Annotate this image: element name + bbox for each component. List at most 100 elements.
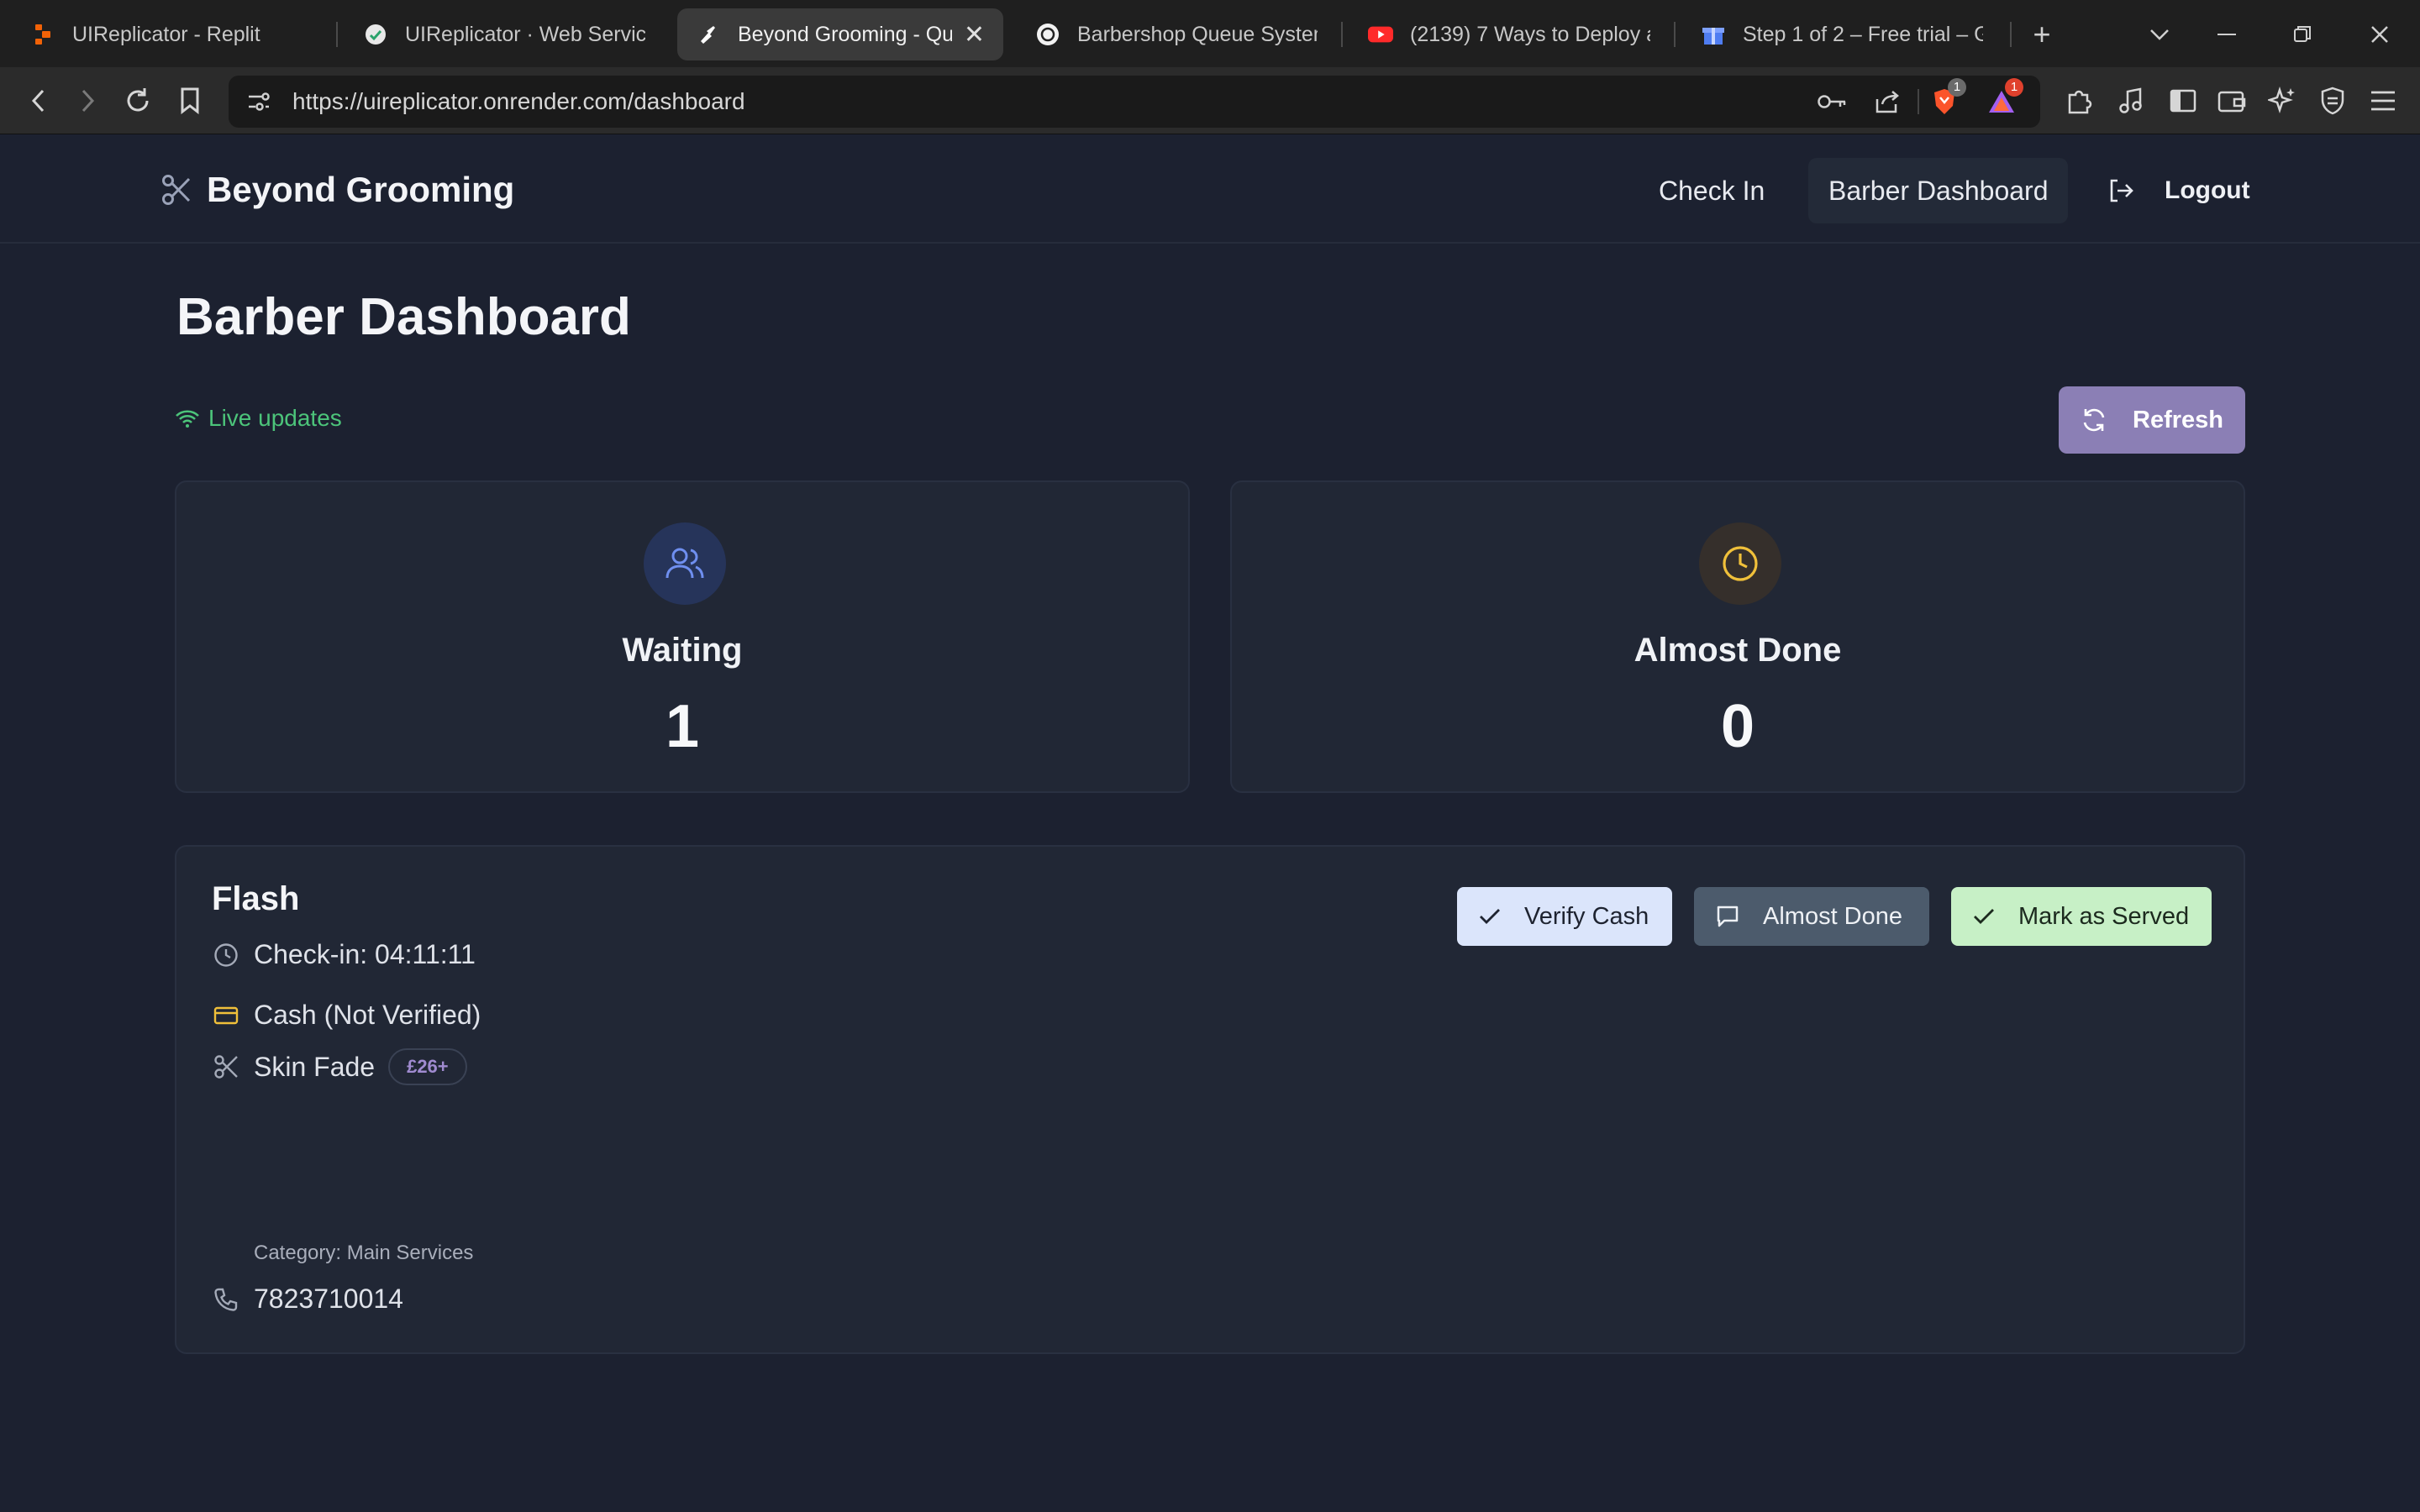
tab-title: UIReplicator - Replit [72, 22, 260, 46]
forward-icon[interactable] [67, 81, 108, 121]
live-status-label: Live updates [208, 405, 342, 431]
stat-value: 1 [665, 693, 700, 760]
stat-label: Waiting [622, 632, 743, 669]
logout-label: Logout [2165, 176, 2250, 204]
users-icon [644, 522, 726, 605]
new-tab-icon[interactable]: + [2022, 17, 2062, 52]
refresh-button[interactable]: Refresh [2059, 386, 2245, 454]
browser-tabstrip: UIReplicator - Replit UIReplicator · Web… [0, 0, 2420, 67]
phone-label: 7823710014 [254, 1284, 403, 1314]
extensions-icon[interactable] [2059, 81, 2099, 121]
service-info: Skin Fade £26+ [212, 1048, 467, 1085]
back-icon[interactable] [18, 81, 59, 121]
phone-icon [212, 1285, 240, 1314]
app-navbar: Beyond Grooming Check In Barber Dashboar… [0, 136, 2420, 244]
stat-card-waiting: Waiting 1 [175, 480, 1190, 793]
phone-number: 7823710014 [212, 1284, 403, 1315]
browser-tab-active[interactable]: Beyond Grooming - Qu ✕ [677, 8, 1003, 60]
price-badge: £26+ [388, 1048, 467, 1085]
brave-shield-icon[interactable]: 1 [1924, 78, 1966, 122]
clock-icon [1699, 522, 1781, 605]
tab-title: Step 1 of 2 – Free trial – Goo [1743, 22, 1983, 46]
brand-name: Beyond Grooming [207, 170, 515, 209]
clock-icon [212, 941, 240, 969]
rewards-icon[interactable]: 1 [1981, 78, 2023, 122]
browser-tab[interactable]: UIReplicator · Web Service · [345, 8, 664, 60]
nav-barber-dashboard[interactable]: Barber Dashboard [1808, 158, 2069, 223]
browser-toolbar: https://uireplicator.onrender.com/dashbo… [0, 67, 2420, 134]
refresh-icon [2081, 407, 2107, 433]
browser-tab[interactable]: UIReplicator - Replit [12, 8, 331, 60]
tab-title: (2139) 7 Ways to Deploy a N [1410, 22, 1650, 46]
bookmark-icon[interactable] [170, 81, 210, 121]
browser-tab[interactable]: Barbershop Queue System [1017, 8, 1336, 60]
tab-title: Beyond Grooming - Qu [738, 22, 952, 46]
wifi-icon [175, 408, 200, 428]
service-name: Skin Fade [254, 1051, 376, 1082]
scissors-logo-icon [161, 173, 192, 207]
bolt-icon [696, 22, 721, 47]
message-icon [1716, 905, 1739, 928]
reload-icon[interactable] [118, 81, 158, 121]
browser-tab[interactable]: (2139) 7 Ways to Deploy a N [1349, 8, 1669, 60]
check-in-time: Check-in: 04:11:11 [212, 939, 476, 970]
url-separator [1918, 89, 1919, 114]
stat-card-almost-done: Almost Done 0 [1230, 480, 2245, 793]
tab-separator [1341, 22, 1343, 47]
address-bar[interactable]: https://uireplicator.onrender.com/dashbo… [229, 76, 2040, 128]
scissors-icon [212, 1053, 240, 1081]
refresh-label: Refresh [2133, 406, 2223, 433]
mark-served-button[interactable]: Mark as Served [1951, 887, 2212, 946]
mark-served-label: Mark as Served [2018, 902, 2190, 930]
page-title: Barber Dashboard [176, 288, 631, 346]
live-status: Live updates [175, 405, 342, 432]
almost-done-label: Almost Done [1763, 902, 1903, 930]
tab-search-icon[interactable] [2139, 17, 2180, 52]
close-window-icon[interactable] [2360, 17, 2400, 52]
wallet-icon[interactable] [2212, 81, 2252, 121]
service-category: Category: Main Services [254, 1242, 474, 1264]
stat-value: 0 [1720, 693, 1755, 760]
brand[interactable]: Beyond Grooming [161, 170, 514, 210]
almost-done-button[interactable]: Almost Done [1694, 887, 1929, 946]
tab-separator [2010, 22, 2012, 47]
close-tab-icon[interactable]: ✕ [952, 20, 985, 50]
browser-tab[interactable]: Step 1 of 2 – Free trial – Goo [1682, 8, 2002, 60]
key-icon[interactable] [1812, 81, 1852, 122]
check-icon [1479, 907, 1501, 926]
leo-ai-icon[interactable] [2262, 81, 2302, 121]
site-settings-icon[interactable] [239, 81, 279, 122]
render-icon [363, 22, 388, 47]
youtube-icon [1368, 22, 1393, 47]
tab-separator [1674, 22, 1676, 47]
vpn-shield-icon[interactable] [2312, 81, 2353, 121]
gift-icon [1701, 22, 1726, 47]
menu-icon[interactable] [2363, 81, 2403, 121]
check-icon [1973, 907, 1995, 926]
payment-label: Cash (Not Verified) [254, 1000, 481, 1030]
check-in-label: Check-in: 04:11:11 [254, 939, 476, 969]
customer-name: Flash [212, 880, 300, 917]
logout-button[interactable]: Logout [2107, 158, 2250, 223]
music-icon[interactable] [2111, 81, 2151, 121]
payment-status: Cash (Not Verified) [212, 1000, 481, 1031]
tab-title: UIReplicator · Web Service · [405, 22, 645, 46]
url-text: https://uireplicator.onrender.com/dashbo… [292, 88, 745, 114]
queue-card: Flash Check-in: 04:11:11 Cash (Not Verif… [175, 845, 2245, 1354]
nav-check-in[interactable]: Check In [1639, 158, 1785, 223]
sidebar-icon[interactable] [2163, 81, 2203, 121]
stat-label: Almost Done [1634, 632, 1842, 669]
share-icon[interactable] [1867, 81, 1907, 122]
replit-icon [30, 22, 55, 47]
restore-icon[interactable] [2282, 17, 2323, 52]
logout-icon [2107, 177, 2134, 204]
verify-cash-label: Verify Cash [1524, 902, 1649, 930]
shield-badge: 1 [1948, 78, 1966, 97]
credit-card-icon [212, 1001, 240, 1030]
tab-title: Barbershop Queue System [1077, 22, 1318, 46]
verify-cash-button[interactable]: Verify Cash [1457, 887, 1672, 946]
tab-separator [336, 22, 338, 47]
minimize-icon[interactable] [2207, 17, 2247, 52]
app-root: Beyond Grooming Check In Barber Dashboar… [0, 136, 2420, 1512]
openai-icon [1035, 22, 1060, 47]
